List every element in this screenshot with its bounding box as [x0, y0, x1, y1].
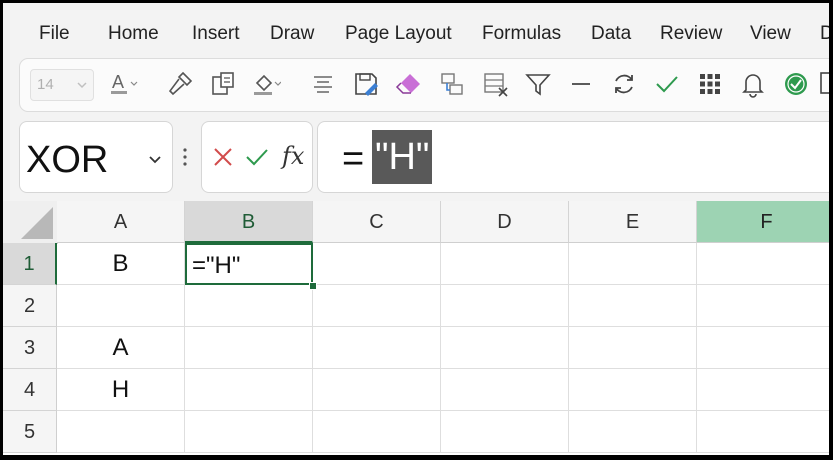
menu-formulas[interactable]: Formulas	[482, 23, 561, 45]
column-header-d[interactable]: D	[441, 201, 569, 243]
refresh-icon[interactable]	[609, 69, 639, 99]
cell-e3[interactable]	[569, 327, 697, 369]
select-all-button[interactable]	[3, 201, 58, 244]
cell-e4[interactable]	[569, 369, 697, 411]
grid-icon[interactable]	[695, 69, 725, 99]
cell-d4[interactable]	[441, 369, 569, 411]
font-color-icon[interactable]: A	[108, 69, 138, 99]
cell-b5[interactable]	[185, 411, 313, 453]
cell-a5[interactable]	[57, 411, 185, 453]
more-icon[interactable]	[818, 69, 829, 99]
paste-special-icon[interactable]	[208, 69, 238, 99]
menu-file[interactable]: File	[39, 23, 70, 45]
font-size-select[interactable]: 14	[30, 69, 94, 101]
filter-icon[interactable]	[523, 69, 553, 99]
cell-b1[interactable]: ="H"	[185, 243, 313, 285]
cell-d1[interactable]	[441, 243, 569, 285]
cell-c3[interactable]	[313, 327, 441, 369]
row-header-5[interactable]: 5	[3, 411, 57, 453]
quick-toolbar: 14 A	[19, 58, 829, 112]
cell-f3[interactable]	[697, 327, 829, 369]
menu-home[interactable]: Home	[108, 23, 159, 45]
cell-a1[interactable]: B	[57, 243, 185, 285]
bell-icon[interactable]	[738, 69, 768, 99]
excel-window: File Home Insert Draw Page Layout Formul…	[3, 3, 829, 455]
check-icon[interactable]	[652, 69, 682, 99]
cell-c1[interactable]	[313, 243, 441, 285]
fill-color-icon[interactable]	[251, 69, 281, 99]
formula-prefix: =	[342, 138, 365, 180]
worksheet-grid: A B C D E F 1 2 3 4 5 B ="H" A H	[3, 201, 829, 455]
menu-review[interactable]: Review	[660, 23, 722, 45]
cell-e1[interactable]	[569, 243, 697, 285]
cell-c5[interactable]	[313, 411, 441, 453]
menu-view[interactable]: View	[750, 23, 791, 45]
menu-bar: File Home Insert Draw Page Layout Formul…	[3, 3, 829, 59]
name-box[interactable]: XOR	[19, 121, 173, 193]
cell-f2[interactable]	[697, 285, 829, 327]
enter-icon[interactable]	[244, 144, 270, 170]
align-icon[interactable]	[308, 69, 338, 99]
menu-draw[interactable]: Draw	[270, 23, 314, 45]
font-size-value: 14	[37, 76, 54, 93]
name-box-value: XOR	[26, 139, 109, 181]
cell-d2[interactable]	[441, 285, 569, 327]
cell-d3[interactable]	[441, 327, 569, 369]
chevron-down-icon	[77, 82, 87, 89]
cell-e2[interactable]	[569, 285, 697, 327]
cell-d5[interactable]	[441, 411, 569, 453]
column-header-f[interactable]: F	[697, 201, 829, 243]
cell-f4[interactable]	[697, 369, 829, 411]
cell-b2[interactable]	[185, 285, 313, 327]
menu-more[interactable]: D	[820, 23, 829, 45]
row-header-3[interactable]: 3	[3, 327, 57, 369]
cell-c2[interactable]	[313, 285, 441, 327]
more-vertical-icon[interactable]	[181, 146, 189, 168]
fill-handle[interactable]	[309, 282, 317, 290]
cancel-icon[interactable]	[210, 144, 236, 170]
formula-controls: fx	[201, 121, 313, 193]
minus-icon[interactable]	[566, 69, 596, 99]
column-header-c[interactable]: C	[313, 201, 441, 243]
cell-a2[interactable]	[57, 285, 185, 327]
cell-a4[interactable]: H	[57, 369, 185, 411]
cell-e5[interactable]	[569, 411, 697, 453]
column-header-b[interactable]: B	[185, 201, 313, 243]
cell-f5[interactable]	[697, 411, 829, 453]
format-painter-icon[interactable]	[165, 69, 195, 99]
formula-bar[interactable]: = "H"	[317, 121, 829, 193]
cell-b3[interactable]	[185, 327, 313, 369]
clear-format-icon[interactable]	[480, 69, 510, 99]
formula-selected-text: "H"	[372, 130, 433, 184]
row-header-1[interactable]: 1	[3, 243, 57, 285]
menu-page-layout[interactable]: Page Layout	[345, 23, 452, 45]
cell-c4[interactable]	[313, 369, 441, 411]
row-header-4[interactable]: 4	[3, 369, 57, 411]
menu-insert[interactable]: Insert	[192, 23, 240, 45]
menu-data[interactable]: Data	[591, 23, 631, 45]
column-header-e[interactable]: E	[569, 201, 697, 243]
insert-function-icon[interactable]: fx	[282, 142, 304, 170]
copy-format-icon[interactable]	[437, 69, 467, 99]
chevron-down-icon[interactable]	[146, 150, 164, 168]
accept-icon[interactable]	[781, 69, 811, 99]
svg-text:A: A	[112, 72, 124, 92]
row-header-2[interactable]: 2	[3, 285, 57, 327]
cell-f1[interactable]	[697, 243, 829, 285]
save-edit-icon[interactable]	[351, 69, 381, 99]
eraser-icon[interactable]	[394, 69, 424, 99]
cell-b4[interactable]	[185, 369, 313, 411]
cell-a3[interactable]: A	[57, 327, 185, 369]
column-header-a[interactable]: A	[57, 201, 185, 243]
